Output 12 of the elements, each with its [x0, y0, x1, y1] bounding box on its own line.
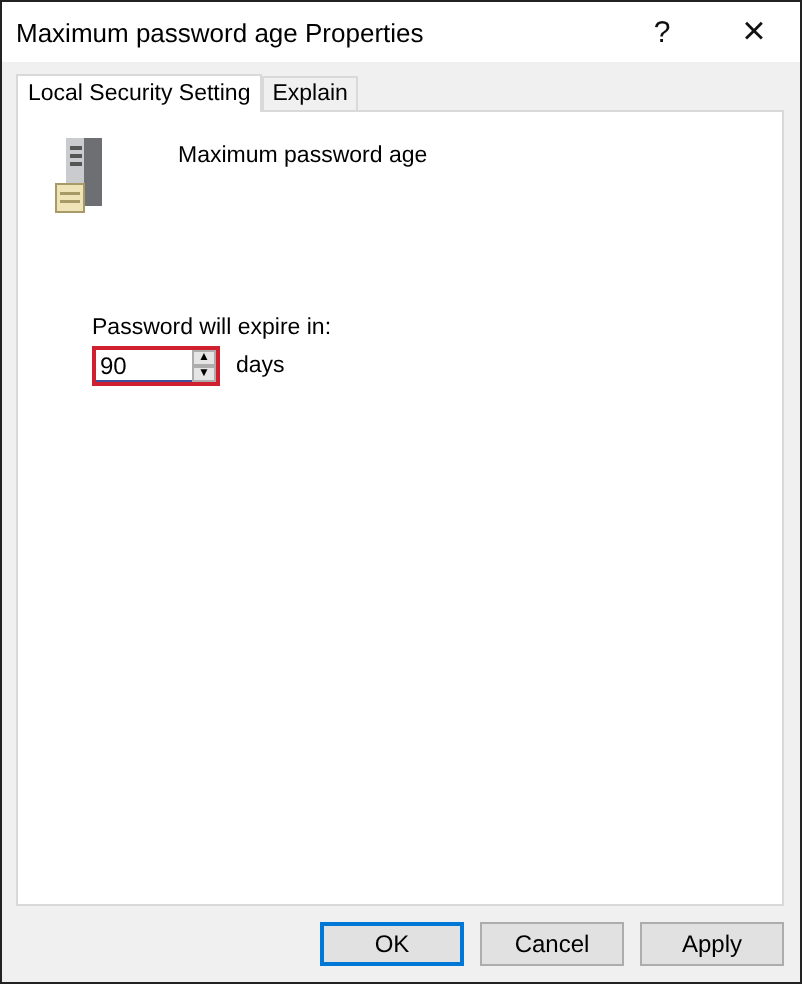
field-label: Password will expire in: — [92, 316, 334, 340]
dialog-button[interactable]: Apply — [640, 922, 784, 966]
close-button[interactable]: × — [708, 2, 800, 62]
policy-name: Maximum password age — [178, 144, 428, 168]
unit-label: days — [236, 354, 285, 378]
tab[interactable]: Explain — [262, 76, 358, 110]
server-icon — [54, 136, 106, 216]
dialog-button[interactable]: OK — [320, 922, 464, 966]
window-title: Maximum password age Properties — [16, 17, 426, 47]
dialog-button[interactable]: Cancel — [480, 922, 624, 966]
help-button[interactable]: ? — [616, 2, 708, 62]
tab[interactable]: Local Security Setting — [16, 74, 263, 112]
